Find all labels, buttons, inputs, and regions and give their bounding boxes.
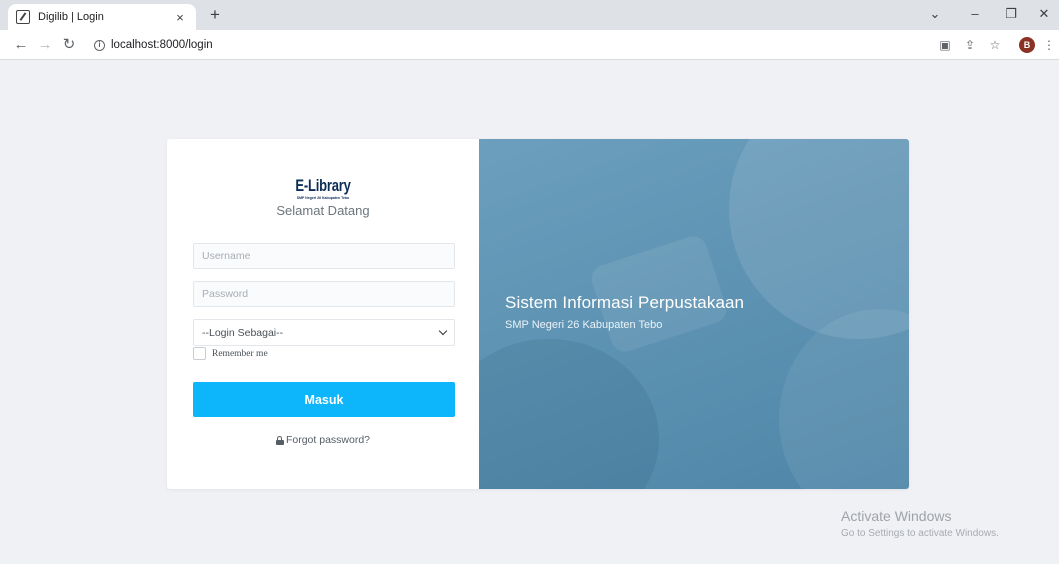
elibrary-logo: E-Library SMP Negeri 26 Kabupaten Tebo [167, 176, 479, 200]
minimize-icon[interactable]: – [958, 0, 992, 30]
new-tab-button[interactable]: + [204, 5, 226, 25]
address-bar[interactable]: i localhost:8000/login [94, 34, 904, 56]
activate-windows-subtitle: Go to Settings to activate Windows. [841, 528, 999, 539]
login-form: E-Library SMP Negeri 26 Kabupaten Tebo S… [167, 139, 479, 489]
hero-bg-shape [779, 309, 909, 489]
favicon-icon [16, 10, 30, 24]
site-info-icon[interactable]: i [94, 39, 105, 51]
welcome-heading: Selamat Datang [276, 203, 370, 218]
browser-tab[interactable]: Digilib | Login × [8, 4, 196, 30]
remember-me-label: Remember me [212, 348, 268, 359]
hero-panel: Sistem Informasi Perpustakaan SMP Negeri… [479, 139, 909, 489]
username-input[interactable] [193, 243, 455, 269]
translate-icon[interactable]: ▣ [936, 36, 954, 54]
remember-me-checkbox[interactable] [193, 347, 206, 360]
login-role-select[interactable]: --Login Sebagai-- [193, 319, 455, 346]
close-window-icon[interactable]: ✕ [1027, 0, 1059, 30]
chevron-down-icon [438, 326, 448, 336]
reload-icon[interactable]: ↻ [58, 35, 80, 55]
tab-title: Digilib | Login [38, 11, 104, 23]
login-button[interactable]: Masuk [193, 382, 455, 417]
share-icon[interactable]: ⇪ [961, 36, 979, 54]
remember-me: Remember me [193, 347, 268, 360]
profile-avatar[interactable]: B [1019, 37, 1035, 53]
login-card: E-Library SMP Negeri 26 Kabupaten Tebo S… [167, 139, 909, 489]
login-role-value: --Login Sebagai-- [202, 326, 284, 339]
logo-text: E-Library [295, 176, 351, 195]
bookmark-star-icon[interactable]: ☆ [986, 36, 1004, 54]
url-text: localhost:8000/login [111, 39, 213, 51]
hero-subtitle: SMP Negeri 26 Kabupaten Tebo [505, 319, 663, 331]
page-viewport: E-Library SMP Negeri 26 Kabupaten Tebo S… [8, 61, 1058, 564]
hero-bg-shape [479, 339, 659, 489]
activate-windows-title: Activate Windows [841, 508, 952, 524]
tab-strip: Digilib | Login × + ⌄ – ❐ ✕ [0, 0, 1059, 30]
tab-search-icon[interactable]: ⌄ [918, 0, 952, 30]
forgot-password-label: Forgot password? [285, 434, 371, 446]
back-arrow-icon[interactable]: ← [10, 35, 32, 55]
forgot-password-link[interactable]: Forgot password? [167, 434, 479, 446]
restore-icon[interactable]: ❐ [994, 0, 1028, 30]
forward-arrow-icon[interactable]: → [34, 35, 56, 55]
logo-subtext: SMP Negeri 26 Kabupaten Tebo [296, 196, 350, 200]
lock-icon [275, 435, 284, 445]
menu-kebab-icon[interactable]: ⋮ [1040, 36, 1058, 54]
password-input[interactable] [193, 281, 455, 307]
browser-toolbar: ← → ↻ i localhost:8000/login ▣ ⇪ ☆ B ⋮ [0, 30, 1059, 60]
hero-title: Sistem Informasi Perpustakaan [505, 293, 745, 312]
tab-close-icon[interactable]: × [172, 10, 188, 25]
